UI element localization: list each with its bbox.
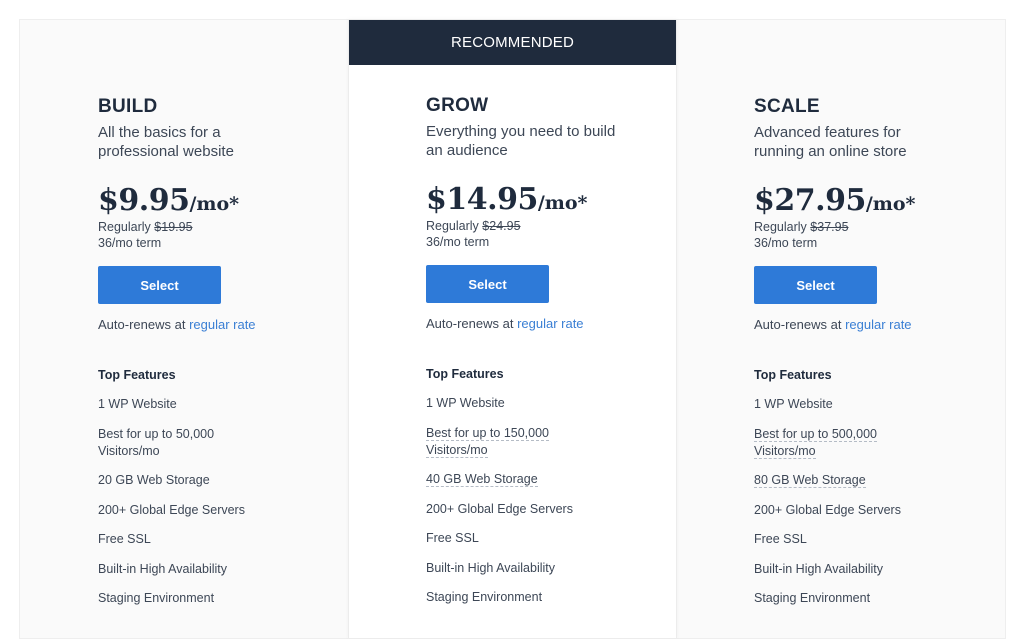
price-suffix: /mo* <box>537 192 588 214</box>
auto-renew-note: Auto-renews at regular rate <box>426 316 666 332</box>
plan-description: Advanced features for running an online … <box>754 124 907 160</box>
price-suffix: /mo* <box>865 193 916 215</box>
feature-item: Staging Environment <box>98 590 338 607</box>
plan-description: All the basics for a professional websit… <box>98 124 234 160</box>
select-button[interactable]: Select <box>426 265 549 303</box>
regular-price-line: Regularly $37.95 <box>754 219 994 235</box>
price-suffix: /mo* <box>189 193 240 215</box>
feature-item: Staging Environment <box>426 589 666 606</box>
feature-item: Staging Environment <box>754 590 994 607</box>
feature-item: Free SSL <box>754 531 994 548</box>
feature-text: Visitors/mo <box>98 443 160 458</box>
feature-item: 20 GB Web Storage <box>98 472 338 489</box>
feature-text: 1 WP Website <box>426 396 505 410</box>
feature-text: Best for up to 500,000 <box>754 426 878 442</box>
price-amount: $14.95 <box>426 182 538 217</box>
feature-item: 200+ Global Edge Servers <box>426 501 666 518</box>
feature-text: 1 WP Website <box>754 397 833 411</box>
plan-content: SCALE Advanced features for running an o… <box>754 96 994 620</box>
feature-text: 200+ Global Edge Servers <box>754 502 901 517</box>
term: 36/mo term <box>426 235 490 249</box>
regular-price: $19.95 <box>154 220 193 234</box>
feature-item[interactable]: 40 GB Web Storage <box>426 471 666 488</box>
plan-name: BUILD <box>98 96 158 117</box>
feature-text: 200+ Global Edge Servers <box>426 501 573 516</box>
feature-item: 1 WP Website <box>98 396 338 413</box>
feature-item[interactable]: Best for up to 500,000 Visitors/mo <box>754 426 994 460</box>
feature-text: 20 GB Web Storage <box>98 473 210 487</box>
feature-item: Free SSL <box>426 530 666 547</box>
auto-renew-note: Auto-renews at regular rate <box>98 317 338 333</box>
feature-item[interactable]: Best for up to 150,000 Visitors/mo <box>426 425 666 459</box>
feature-text: Staging Environment <box>426 590 543 604</box>
regular-prefix: Regularly <box>426 219 479 233</box>
plan-name: SCALE <box>754 96 820 117</box>
plan-name: GROW <box>426 95 489 116</box>
feature-text: 80 GB Web Storage <box>754 473 866 488</box>
pricing-plans: BUILD All the basics for a professional … <box>19 19 1006 639</box>
feature-text: Visitors/mo <box>426 442 488 458</box>
plan-description: Everything you need to build an audience <box>426 123 616 159</box>
price: $9.95/mo* <box>98 184 338 218</box>
regular-price-line: Regularly $24.95 <box>426 218 666 234</box>
feature-text: Staging Environment <box>98 591 215 605</box>
features-list: 1 WP Website Best for up to 500,000 Visito… <box>754 396 994 607</box>
feature-text: Staging Environment <box>754 591 871 605</box>
select-button[interactable]: Select <box>98 266 221 304</box>
feature-item: 1 WP Website <box>754 396 994 413</box>
regular-rate-link[interactable]: regular rate <box>845 317 911 332</box>
regular-prefix: Regularly <box>754 220 807 234</box>
feature-text: 40 GB Web Storage <box>426 472 538 487</box>
term: 36/mo term <box>754 236 818 250</box>
feature-item: 1 WP Website <box>426 395 666 412</box>
price-amount: $27.95 <box>754 183 866 218</box>
feature-item: Free SSL <box>98 531 338 548</box>
feature-text: Built-in High Availability <box>754 561 883 576</box>
plan-content: GROW Everything you need to build an aud… <box>426 95 666 619</box>
plan-card-scale: SCALE Advanced features for running an o… <box>676 19 1006 639</box>
auto-renew-text: Auto-renews at <box>426 316 514 331</box>
feature-item: Built-in High Availability <box>426 560 666 577</box>
feature-text: Best for up to 150,000 <box>426 425 550 441</box>
feature-text: Best for up to 50,000 <box>98 426 215 441</box>
feature-item: Best for up to 50,000 Visitors/mo <box>98 426 338 460</box>
feature-text: Free SSL <box>754 532 807 546</box>
features-title: Top Features <box>754 368 832 382</box>
feature-text: Built-in High Availability <box>426 560 555 575</box>
regular-prefix: Regularly <box>98 220 151 234</box>
auto-renew-text: Auto-renews at <box>98 317 186 332</box>
plan-card-build: BUILD All the basics for a professional … <box>19 19 349 639</box>
features-title: Top Features <box>98 368 176 382</box>
feature-item: 200+ Global Edge Servers <box>754 502 994 519</box>
feature-item: Built-in High Availability <box>754 561 994 578</box>
feature-text: Visitors/mo <box>754 443 816 459</box>
price-amount: $9.95 <box>98 183 190 218</box>
term: 36/mo term <box>98 236 162 250</box>
price: $14.95/mo* <box>426 183 666 217</box>
auto-renew-text: Auto-renews at <box>754 317 842 332</box>
feature-text: 200+ Global Edge Servers <box>98 502 245 517</box>
feature-item[interactable]: 80 GB Web Storage <box>754 472 994 489</box>
feature-text: Free SSL <box>426 531 479 545</box>
features-list: 1 WP Website Best for up to 150,000 Visito… <box>426 395 666 606</box>
plan-content: BUILD All the basics for a professional … <box>98 96 338 620</box>
regular-price: $37.95 <box>810 220 849 234</box>
regular-price: $24.95 <box>482 219 521 233</box>
regular-rate-link[interactable]: regular rate <box>517 316 583 331</box>
feature-item: 200+ Global Edge Servers <box>98 502 338 519</box>
recommended-banner: RECOMMENDED <box>349 20 676 65</box>
feature-item: Built-in High Availability <box>98 561 338 578</box>
regular-price-line: Regularly $19.95 <box>98 219 338 235</box>
plan-card-grow: RECOMMENDED GROW Everything you need to … <box>348 19 677 639</box>
features-title: Top Features <box>426 367 504 381</box>
select-button[interactable]: Select <box>754 266 877 304</box>
price: $27.95/mo* <box>754 184 994 218</box>
feature-text: 1 WP Website <box>98 397 177 411</box>
feature-text: Built-in High Availability <box>98 561 227 576</box>
feature-text: Free SSL <box>98 532 151 546</box>
regular-rate-link[interactable]: regular rate <box>189 317 255 332</box>
auto-renew-note: Auto-renews at regular rate <box>754 317 994 333</box>
features-list: 1 WP Website Best for up to 50,000 Visitor… <box>98 396 338 607</box>
